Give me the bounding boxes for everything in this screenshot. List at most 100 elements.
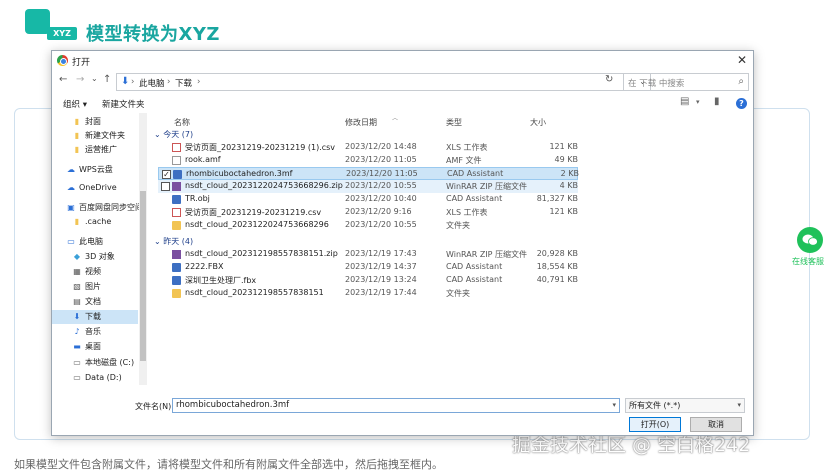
breadcrumb-downloads[interactable]: 下载 [175,77,192,89]
sidebar-item[interactable]: ▬ 桌面 [52,340,138,354]
file-size: 4 KB [559,181,578,190]
cad-file-icon [172,276,181,285]
refresh-icon[interactable]: ↻ [605,74,613,85]
sidebar-item[interactable]: ☁ OneDrive [52,181,138,195]
file-row[interactable]: 受访页面_20231219-20231219 (1).csv 2023/12/20… [158,141,578,154]
organize-button[interactable]: 组织 ▾ [63,98,87,110]
file-type: CAD Assistant [446,275,503,284]
file-name: 深圳卫生处理厂.fbx [185,276,257,285]
file-name: nsdt_cloud_202312198557838151.zip [185,249,338,258]
cloud-icon: ☁ [67,165,75,174]
cancel-button[interactable]: 取消 [690,417,742,432]
sidebar-item-label: 本地磁盘 (C:) [85,358,135,367]
file-type: 文件夹 [446,221,470,230]
sidebar-item[interactable]: ▤ 文档 [52,295,138,309]
preview-pane-icon[interactable]: ▮ [714,96,720,107]
file-row[interactable]: nsdt_cloud_2023122024753668296.zip 2023/1… [158,180,578,193]
new-folder-button[interactable]: 新建文件夹 [102,98,145,110]
column-name[interactable]: 名称 [174,117,190,128]
recent-locations-icon[interactable]: ⌄ [91,74,98,83]
sidebar-item[interactable]: ▣ 百度网盘同步空间 [52,201,143,215]
file-row[interactable]: TR.obj 2023/12/20 10:40 CAD Assistant 81,32… [158,193,578,206]
file-type-filter[interactable]: 所有文件 (*.*) ▾ [625,398,745,413]
file-name: nsdt_cloud_2023122024753668296.zip [185,181,343,190]
search-box[interactable]: 在 下载 中搜索 ⌕ [623,73,749,91]
help-icon[interactable]: ? [736,98,747,109]
file-size: 121 KB [549,207,578,216]
close-icon[interactable]: ✕ [737,53,747,67]
sort-indicator-icon: ︿ [392,115,399,122]
cad-file-icon [172,263,181,272]
file-size: 49 KB [554,155,578,164]
folder-icon [172,221,181,230]
view-options-icon[interactable]: ▤ [680,96,689,107]
file-row[interactable]: nsdt_cloud_2023122024753668296 2023/12/20… [158,219,578,232]
folder-icon: ▮ [74,217,80,226]
filename-dropdown-icon[interactable]: ▾ [612,399,616,412]
view-dropdown-icon[interactable]: ▾ [696,98,700,106]
sidebar-item[interactable]: ♪ 音乐 [52,325,138,339]
file-row[interactable]: 受访页面_20231219-20231219.csv 2023/12/20 9:1… [158,206,578,219]
page-title: 模型转换为XYZ [86,24,220,45]
wechat-icon[interactable] [797,227,823,253]
search-icon[interactable]: ⌕ [738,76,744,87]
sidebar-item[interactable]: ◆ 3D 对象 [52,250,138,264]
file-checkbox[interactable] [161,182,170,191]
filename-input[interactable]: rhombicuboctahedron.3mf ▾ [172,398,620,413]
open-file-dialog: 打开 ✕ ← → ⌄ ↑ ⬇ › 此电脑 › 下载 › ⌄ ↻ 在 下载 中搜索… [51,50,754,436]
file-row[interactable]: ✓ rhombicuboctahedron.3mf 2023/12/20 11:05… [158,167,579,180]
file-size: 20,928 KB [536,249,578,258]
file-name: nsdt_cloud_202312198557838151 [185,288,324,297]
folder-icon [172,289,181,298]
breadcrumb-sep: › [197,77,201,87]
up-arrow-icon[interactable]: ↑ [103,74,111,85]
file-type: XLS 工作表 [446,143,488,152]
file-type: CAD Assistant [446,262,503,271]
sidebar-scrollbar-thumb[interactable] [140,191,146,361]
file-group-label: 昨天 (4) [163,237,194,246]
file-row[interactable]: 2222.FBX 2023/12/19 14:37 CAD Assistant 18,… [158,261,578,274]
chevron-down-icon: ⌄ [154,237,164,246]
back-arrow-icon[interactable]: ← [59,74,67,85]
file-date: 2023/12/19 14:37 [345,262,417,271]
file-row[interactable]: 深圳卫生处理厂.fbx 2023/12/19 13:24 CAD Assistant… [158,274,578,287]
sidebar-item[interactable]: ▭ 本地磁盘 (C:) [52,356,138,370]
sidebar-item[interactable]: ▦ 视频 [52,265,138,279]
file-row[interactable]: nsdt_cloud_202312198557838151 2023/12/19 … [158,287,578,300]
column-type[interactable]: 类型 [446,117,462,128]
file-row[interactable]: rook.amf 2023/12/20 11:05 AMF 文件 49 KB [158,154,578,167]
file-row[interactable]: nsdt_cloud_202312198557838151.zip 2023/12… [158,248,578,261]
sidebar-item[interactable]: ▭ Data (D:) [52,371,138,385]
sidebar-item[interactable]: ▧ 图片 [52,280,138,294]
breadcrumb-this-pc[interactable]: 此电脑 [139,77,165,89]
column-size[interactable]: 大小 [530,117,546,128]
file-type: CAD Assistant [447,169,504,178]
open-button[interactable]: 打开(O) [629,417,681,432]
sidebar-item[interactable]: ▭ 此电脑 [52,235,138,249]
filter-dropdown-icon[interactable]: ▾ [737,399,741,412]
sidebar-item-label: WPS云盘 [79,165,113,174]
sidebar-item-label: 百度网盘同步空间 [79,203,143,212]
sidebar-item[interactable]: ▮ .cache [52,215,138,229]
file-group-header[interactable]: ⌄ 昨天 (4) [154,236,193,247]
forward-arrow-icon[interactable]: → [76,74,84,85]
sidebar-item-label: 音乐 [85,327,101,336]
sidebar-item[interactable]: ▮ 新建文件夹 [52,129,138,143]
file-group-header[interactable]: ⌄ 今天 (7) [154,129,193,140]
file-type-value: 所有文件 (*.*) [629,401,681,410]
sidebar-item[interactable]: ⬇ 下载 [52,310,138,324]
file-name: 受访页面_20231219-20231219.csv [185,208,322,217]
sidebar-scrollbar[interactable] [139,113,147,385]
search-placeholder: 在 下载 中搜索 [628,79,685,89]
sidebar-item[interactable]: ☁ WPS云盘 [52,163,138,177]
file-icon [172,156,181,165]
sidebar-item-label: 图片 [85,282,101,291]
app-logo: XYZ [25,9,77,40]
baidu-icon: ▣ [67,203,75,212]
address-bar[interactable]: ⬇ › 此电脑 › 下载 › ⌄ [116,73,651,91]
page: XYZ 模型转换为XYZ 如果模型文件包含附属文件，请将模型文件和所有附属文件全… [0,0,831,472]
file-checkbox[interactable]: ✓ [162,170,171,179]
column-date[interactable]: 修改日期 [345,117,377,128]
sidebar-item[interactable]: ▮ 运营推广 [52,143,138,157]
sidebar-item[interactable]: ▮ 封面 [52,115,138,129]
